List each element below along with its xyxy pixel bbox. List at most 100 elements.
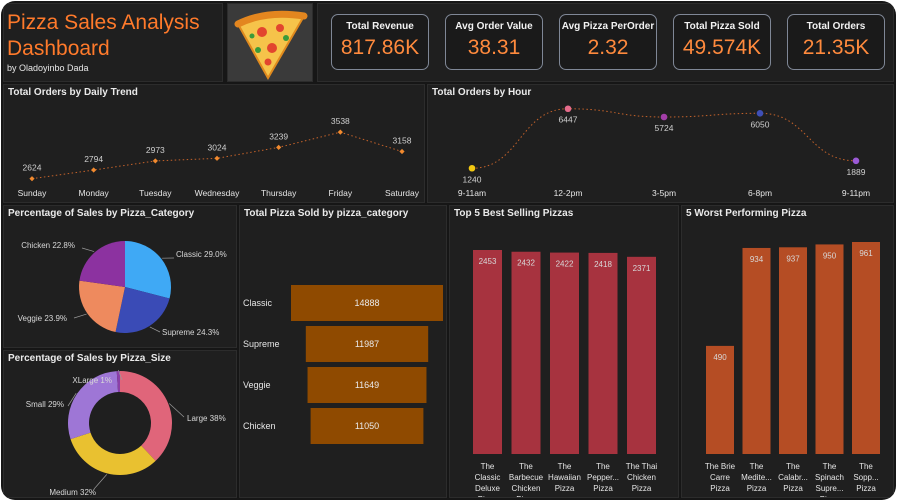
category-pie-label: Veggie 23.9% [18, 314, 67, 323]
top5-bar-value: 2432 [517, 259, 535, 268]
daily-point [91, 167, 97, 173]
size-donut-label: Small 29% [26, 400, 64, 409]
daily-x-tick: Monday [79, 188, 110, 198]
worst5-chart: 490 The Brie Carre Pizza 934 The Medite... Pizz… [705, 242, 880, 497]
daily-trend-panel: Total Orders by Daily Trend 2624 Sunday 27… [3, 84, 425, 203]
category-pie-leader [73, 313, 87, 319]
hourly-point [660, 113, 668, 121]
daily-x-tick: Saturday [385, 188, 420, 198]
hourly-data-label: 6050 [751, 119, 770, 129]
top5-x-label: Pizza [478, 495, 498, 497]
top5-x-label: Pizza [632, 484, 652, 493]
daily-point [276, 144, 282, 150]
daily-x-tick: Sunday [18, 188, 48, 198]
hourly-point [564, 105, 572, 113]
pizza-icon [234, 10, 308, 81]
top5-x-label: Pizza [555, 484, 575, 493]
title-card: Pizza Sales Analysis Dashboard by Oladoy… [3, 3, 223, 82]
category-bar-label: Veggie [243, 380, 271, 390]
top5-x-label: Pizza [593, 484, 613, 493]
top5-bar [511, 251, 541, 454]
top5-x-label: The [558, 462, 572, 471]
daily-point [214, 155, 220, 161]
hourly-x-tick: 9-11pm [842, 188, 870, 198]
daily-data-label: 2973 [146, 145, 165, 155]
worst5-x-label: Calabr... [778, 473, 808, 482]
worst5-x-label: Pizza [820, 495, 840, 497]
worst5-bar-value: 490 [713, 353, 727, 362]
category-bar-label: Classic [243, 298, 273, 308]
top5-x-label: The [596, 462, 610, 471]
category-pie-panel: Percentage of Sales by Pizza_Category Cl… [3, 205, 237, 348]
top5-x-label: Barbecue [509, 473, 544, 482]
worst5-bar [815, 244, 844, 454]
worst5-bar [779, 247, 807, 454]
top5-bar [627, 256, 656, 454]
kpi-value: 38.31 [467, 36, 521, 59]
worst5-x-label: Spinach [815, 473, 844, 482]
hourly-panel: Total Orders by Hour 1240 9-11am 6447 12-2p… [427, 84, 894, 203]
daily-data-label: 3538 [331, 116, 350, 126]
hourly-point [852, 157, 860, 165]
daily-data-label: 3158 [393, 136, 412, 146]
kpi-value: 2.32 [587, 36, 629, 59]
worst5-bar [852, 242, 880, 454]
top5-x-label: Deluxe [475, 484, 500, 493]
kpi-total-revenue: Total Revenue 817.86K [331, 14, 429, 70]
category-pie-label: Classic 29.0% [176, 250, 227, 259]
top5-bar-value: 2422 [556, 260, 574, 269]
worst5-bar-value: 934 [750, 255, 764, 264]
category-bar-label: Supreme [243, 339, 280, 349]
top5-bar-value: 2418 [594, 260, 612, 269]
top5-bar [473, 250, 502, 454]
top5-bar [588, 252, 618, 454]
top5-x-label: Pepper... [587, 473, 619, 482]
size-donut-panel: Percentage of Sales by Pizza_Size Large … [3, 350, 237, 498]
kpi-avg-order-value: Avg Order Value 38.31 [445, 14, 543, 70]
category-pie-leader [81, 247, 95, 252]
top5-x-label: The [481, 462, 495, 471]
size-donut-leader [93, 474, 108, 490]
size-donut-slice [120, 371, 172, 461]
top5-x-label: The Thai [626, 462, 658, 471]
worst5-x-label: The [859, 462, 873, 471]
size-donut-slice [70, 432, 156, 476]
logo-card [227, 3, 313, 82]
worst5-bar-value: 937 [786, 254, 800, 263]
size-donut-label: XLarge 1% [72, 376, 112, 385]
worst5-x-label: Pizza [747, 484, 767, 493]
daily-data-label: 3024 [208, 142, 227, 152]
dashboard-title-line-1: Pizza Sales Analysis [7, 11, 200, 34]
kpi-total-orders: Total Orders 21.35K [787, 14, 885, 70]
hourly-point [468, 164, 476, 172]
worst5-panel: 5 Worst Performing Pizza 490 The Brie Carr… [681, 205, 894, 498]
daily-x-tick: Friday [329, 188, 353, 198]
top5-x-label: The [519, 462, 533, 471]
top5-x-label: Hawaiian [548, 473, 581, 482]
category-bar-value: 14888 [354, 298, 379, 308]
worst5-bar-value: 961 [859, 249, 873, 258]
worst5-x-label: Pizza [783, 484, 803, 493]
category-pie-leader [149, 326, 161, 333]
category-pie-label: Supreme 24.3% [162, 328, 219, 337]
kpi-avg-pizza-per-order: Avg Pizza PerOrder 2.32 [559, 14, 657, 70]
hourly-x-tick: 12-2pm [554, 188, 583, 198]
sold-by-category-chart: 14888 Classic 11987 Supreme 11649 Veggie 11050… [243, 285, 443, 444]
kpi-total-pizza-sold: Total Pizza Sold 49.574K [673, 14, 771, 70]
top5-panel: Top 5 Best Selling Pizzas 2453 The Classic… [449, 205, 679, 498]
byline: by Oladoyinbo Dada [7, 63, 89, 73]
hourly-x-tick: 3-5pm [652, 188, 676, 198]
dashboard-title-line-2: Dashboard [7, 37, 110, 60]
kpi-value: 21.35K [802, 36, 870, 59]
sold-by-category-panel: Total Pizza Sold by pizza_category 14888… [239, 205, 447, 498]
hourly-chart: 1240 9-11am 6447 12-2pm 5724 3-5pm 6050 6-8pm 18… [458, 105, 870, 198]
worst5-x-label: Supre... [815, 484, 843, 493]
daily-point [152, 158, 158, 164]
top5-x-label: Classic [475, 473, 501, 482]
top5-x-label: Pizza [516, 495, 536, 497]
worst5-x-label: The [750, 462, 764, 471]
kpi-label: Avg Pizza PerOrder [561, 21, 655, 32]
category-pie-label: Chicken 22.8% [21, 241, 75, 250]
category-bar-value: 11050 [355, 421, 379, 431]
daily-point [337, 129, 343, 135]
